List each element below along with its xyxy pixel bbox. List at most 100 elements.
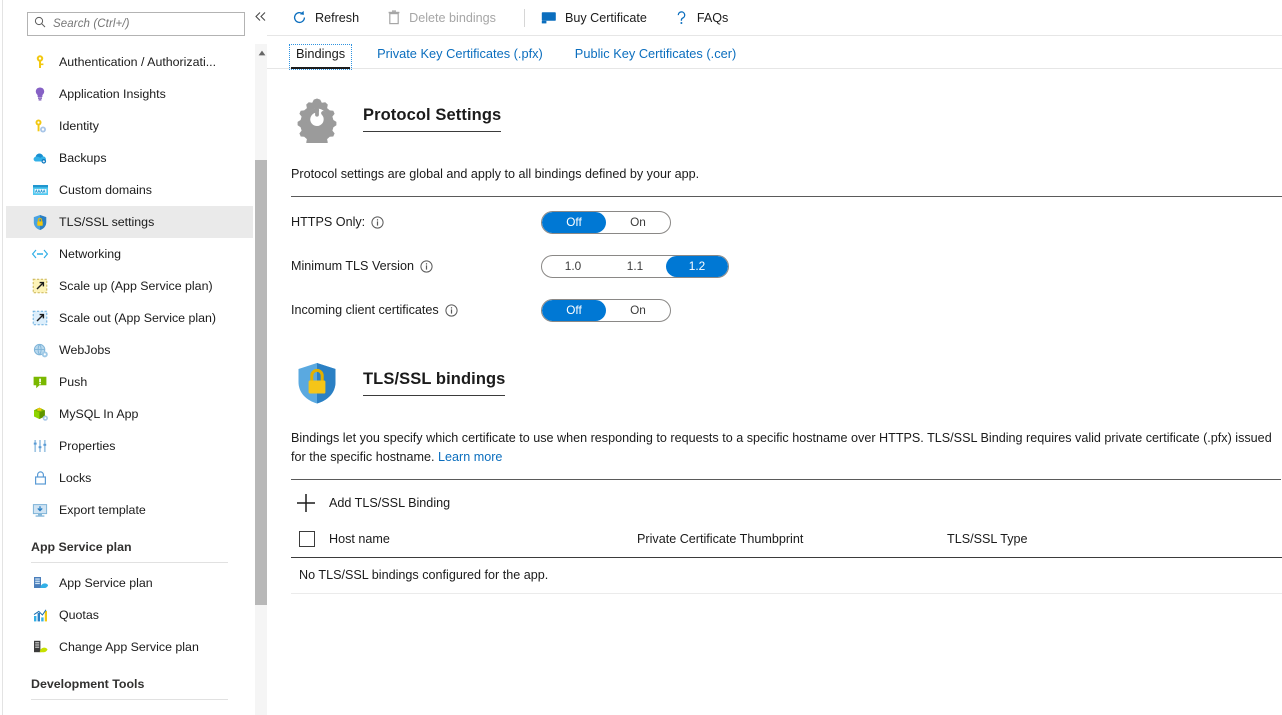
sidebar-item-properties[interactable]: Properties xyxy=(6,430,253,462)
sidebar-item-label: Properties xyxy=(59,439,115,453)
question-mark-icon xyxy=(673,9,690,26)
sidebar-item-label: Change App Service plan xyxy=(59,640,199,654)
sidebar-item-app-service-plan[interactable]: App Service plan xyxy=(6,567,253,599)
tls-option-1-2[interactable]: 1.2 xyxy=(666,256,728,277)
sidebar-item-label: Scale out (App Service plan) xyxy=(59,311,216,325)
column-header-tls-ssl-type[interactable]: TLS/SSL Type xyxy=(947,532,1147,546)
column-header-private-certificate-thumbprint[interactable]: Private Certificate Thumbprint xyxy=(637,532,947,546)
sidebar-item-locks[interactable]: Locks xyxy=(6,462,253,494)
sidebar-item-webjobs[interactable]: WebJobs xyxy=(6,334,253,366)
search-icon xyxy=(34,15,46,33)
column-header-host-name[interactable]: Host name xyxy=(329,532,637,546)
sidebar-item-authentication[interactable]: Authentication / Authorizati... xyxy=(6,46,253,78)
delete-bindings-button[interactable]: Delete bindings xyxy=(385,0,508,36)
incoming-client-certificates-label: Incoming client certificates xyxy=(291,303,439,317)
sidebar-item-custom-domains[interactable]: Custom domains xyxy=(6,174,253,206)
sidebar-item-application-insights[interactable]: Application Insights xyxy=(6,78,253,110)
minimum-tls-version-label-wrap: Minimum TLS Version xyxy=(291,259,541,273)
push-icon xyxy=(31,373,49,391)
globe-domain-icon xyxy=(31,181,49,199)
incoming-client-certificates-toggle[interactable]: Off On xyxy=(541,299,671,322)
sidebar-item-scale-out[interactable]: Scale out (App Service plan) xyxy=(6,302,253,334)
incoming-certs-option-on[interactable]: On xyxy=(606,300,670,321)
tab-private-key-certificates[interactable]: Private Key Certificates (.pfx) xyxy=(372,46,548,68)
learn-more-link[interactable]: Learn more xyxy=(438,450,502,464)
sidebar-item-label: Push xyxy=(59,375,87,389)
mysql-icon xyxy=(31,405,49,423)
search-placeholder: Search (Ctrl+/) xyxy=(53,18,130,30)
sidebar-group-divider xyxy=(31,562,228,563)
plus-icon xyxy=(291,492,321,514)
incoming-certs-option-off[interactable]: Off xyxy=(542,300,606,321)
https-only-label: HTTPS Only: xyxy=(291,215,365,229)
minimum-tls-version-label: Minimum TLS Version xyxy=(291,259,414,273)
networking-icon xyxy=(31,245,49,263)
https-only-toggle[interactable]: Off On xyxy=(541,211,671,234)
tab-label: Public Key Certificates (.cer) xyxy=(575,46,736,61)
sidebar-item-quotas[interactable]: Quotas xyxy=(6,599,253,631)
https-only-option-on[interactable]: On xyxy=(606,212,670,233)
page-root: Search (Ctrl+/) Authentication xyxy=(0,0,1282,715)
https-only-option-off[interactable]: Off xyxy=(542,212,606,233)
sidebar: Search (Ctrl+/) Authentication xyxy=(3,0,250,715)
tls-bindings-title: TLS/SSL bindings xyxy=(363,370,505,396)
sidebar-item-backups[interactable]: Backups xyxy=(6,142,253,174)
incoming-client-certificates-row: Incoming client certificates Off On xyxy=(291,291,1282,329)
faqs-button[interactable]: FAQs xyxy=(673,0,741,36)
sidebar-item-change-app-service-plan[interactable]: Change App Service plan xyxy=(6,631,253,663)
tab-public-key-certificates[interactable]: Public Key Certificates (.cer) xyxy=(570,46,741,68)
sidebar-item-scale-up[interactable]: Scale up (App Service plan) xyxy=(6,270,253,302)
table-header-row: Host name Private Certificate Thumbprint… xyxy=(291,528,1282,558)
key-identity-icon xyxy=(31,117,49,135)
app-service-plan-icon xyxy=(31,574,49,592)
sidebar-group-title-development-tools: Development Tools xyxy=(6,663,253,695)
sidebar-item-identity[interactable]: Identity xyxy=(6,110,253,142)
shield-lock-icon xyxy=(31,213,49,231)
https-only-row: HTTPS Only: Off On xyxy=(291,203,1282,241)
sidebar-item-label: Backups xyxy=(59,151,107,165)
chevron-double-left-icon xyxy=(254,10,267,23)
sidebar-nav-list: Authentication / Authorizati... Applicat… xyxy=(6,46,253,715)
tls-option-1-1[interactable]: 1.1 xyxy=(604,256,666,277)
quotas-chart-icon xyxy=(31,606,49,624)
add-binding-label: Add TLS/SSL Binding xyxy=(329,496,450,510)
tab-bindings[interactable]: Bindings xyxy=(291,46,350,68)
info-icon[interactable] xyxy=(420,260,433,273)
toolbar-divider xyxy=(524,9,525,27)
refresh-icon xyxy=(291,9,308,26)
tls-bindings-table: Host name Private Certificate Thumbprint… xyxy=(291,528,1282,594)
info-icon[interactable] xyxy=(445,304,458,317)
tls-bindings-description: Bindings let you specify which certifica… xyxy=(291,429,1281,480)
shield-lock-icon xyxy=(291,357,343,409)
sidebar-item-networking[interactable]: Networking xyxy=(6,238,253,270)
refresh-button[interactable]: Refresh xyxy=(291,0,371,36)
sidebar-item-label: Networking xyxy=(59,247,121,261)
select-all-checkbox[interactable] xyxy=(299,531,315,547)
tls-bindings-header: TLS/SSL bindings xyxy=(291,357,1282,409)
scale-up-icon xyxy=(31,277,49,295)
sidebar-item-mysql-in-app[interactable]: MySQL In App xyxy=(6,398,253,430)
search-input-wrapper[interactable]: Search (Ctrl+/) xyxy=(27,12,245,36)
protocol-settings-description: Protocol settings are global and apply t… xyxy=(291,165,1282,197)
sidebar-item-label: Custom domains xyxy=(59,183,152,197)
backup-cloud-icon xyxy=(31,149,49,167)
buy-certificate-button[interactable]: Buy Certificate xyxy=(541,0,659,36)
sidebar-item-export-template[interactable]: Export template xyxy=(6,494,253,526)
lightbulb-purple-icon xyxy=(31,85,49,103)
sidebar-item-tls-ssl-settings[interactable]: TLS/SSL settings xyxy=(6,206,253,238)
sidebar-item-push[interactable]: Push xyxy=(6,366,253,398)
add-tls-ssl-binding-button[interactable]: Add TLS/SSL Binding xyxy=(291,484,1282,522)
search-input[interactable]: Search (Ctrl+/) xyxy=(27,12,245,36)
sidebar-group-title-app-service-plan: App Service plan xyxy=(6,526,253,558)
sidebar-item-label: Application Insights xyxy=(59,87,166,101)
sidebar-item-label: Scale up (App Service plan) xyxy=(59,279,213,293)
minimum-tls-version-row: Minimum TLS Version 1.0 1.1 1.2 xyxy=(291,247,1282,285)
tls-option-1-0[interactable]: 1.0 xyxy=(542,256,604,277)
sidebar-item-label: MySQL In App xyxy=(59,407,138,421)
scale-out-icon xyxy=(31,309,49,327)
minimum-tls-version-toggle[interactable]: 1.0 1.1 1.2 xyxy=(541,255,729,278)
incoming-client-certificates-label-wrap: Incoming client certificates xyxy=(291,303,541,317)
gear-icon xyxy=(291,93,343,145)
info-icon[interactable] xyxy=(371,216,384,229)
delete-bindings-label: Delete bindings xyxy=(409,11,496,25)
